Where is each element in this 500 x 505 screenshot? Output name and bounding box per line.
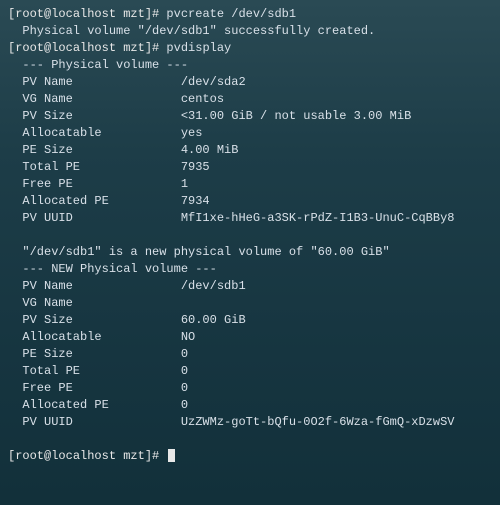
pv-uuid-key: PV UUID: [8, 211, 181, 225]
npv-vg-key: VG Name: [8, 296, 181, 310]
pv-pe-key: PE Size: [8, 143, 181, 157]
npv-allocpe-val: 0: [181, 398, 188, 412]
pv-alloc-key: Allocatable: [8, 126, 181, 140]
pv-allocpe-key: Allocated PE: [8, 194, 181, 208]
npv-name-key: PV Name: [8, 279, 181, 293]
npv-uuid-key: PV UUID: [8, 415, 181, 429]
npv-totalpe-key: Total PE: [8, 364, 181, 378]
blank-line: [8, 431, 492, 448]
command-text[interactable]: [159, 449, 166, 463]
pv-totalpe-key: Total PE: [8, 160, 181, 174]
npv-name-val: /dev/sdb1: [181, 279, 246, 293]
bracket-close: ]#: [145, 449, 159, 463]
npv-size-val: 60.00 GiB: [181, 313, 246, 327]
npv-uuid-val: UzZWMz-goTt-bQfu-0O2f-6Wza-fGmQ-xDzwSV: [181, 415, 455, 429]
pv-totalpe-row: Total PE 7935: [8, 159, 492, 176]
prompt-user: root@localhost mzt: [15, 449, 145, 463]
prompt-line-2: [root@localhost mzt]# pvdisplay: [8, 40, 492, 57]
new-pv-msg: "/dev/sdb1" is a new physical volume of …: [8, 244, 492, 261]
pv-allocpe-row: Allocated PE 7934: [8, 193, 492, 210]
pv-vg-key: VG Name: [8, 92, 181, 106]
new-pv-header: --- NEW Physical volume ---: [8, 261, 492, 278]
command-text: pvdisplay: [159, 41, 231, 55]
pv-uuid-row: PV UUID MfI1xe-hHeG-a3SK-rPdZ-I1B3-UnuC-…: [8, 210, 492, 227]
blank-line: [8, 227, 492, 244]
pv-header: --- Physical volume ---: [8, 57, 492, 74]
pv-name-val: /dev/sda2: [181, 75, 246, 89]
npv-size-row: PV Size 60.00 GiB: [8, 312, 492, 329]
command-text: pvcreate /dev/sdb1: [159, 7, 296, 21]
prompt-line-1: [root@localhost mzt]# pvcreate /dev/sdb1: [8, 6, 492, 23]
pv-pe-val: 4.00 MiB: [181, 143, 239, 157]
pv-alloc-val: yes: [181, 126, 203, 140]
pv-freepe-key: Free PE: [8, 177, 181, 191]
pv-allocpe-val: 7934: [181, 194, 210, 208]
pv-vg-row: VG Name centos: [8, 91, 492, 108]
npv-freepe-val: 0: [181, 381, 188, 395]
pv-size-row: PV Size <31.00 GiB / not usable 3.00 MiB: [8, 108, 492, 125]
pv-uuid-val: MfI1xe-hHeG-a3SK-rPdZ-I1B3-UnuC-CqBBy8: [181, 211, 455, 225]
cursor-icon: [168, 449, 175, 462]
pv-freepe-val: 1: [181, 177, 188, 191]
npv-pe-key: PE Size: [8, 347, 181, 361]
npv-alloc-row: Allocatable NO: [8, 329, 492, 346]
npv-name-row: PV Name /dev/sdb1: [8, 278, 492, 295]
npv-size-key: PV Size: [8, 313, 181, 327]
npv-vg-row: VG Name: [8, 295, 492, 312]
npv-totalpe-row: Total PE 0: [8, 363, 492, 380]
pv-size-key: PV Size: [8, 109, 181, 123]
npv-uuid-row: PV UUID UzZWMz-goTt-bQfu-0O2f-6Wza-fGmQ-…: [8, 414, 492, 431]
pv-pe-row: PE Size 4.00 MiB: [8, 142, 492, 159]
pv-alloc-row: Allocatable yes: [8, 125, 492, 142]
npv-pe-val: 0: [181, 347, 188, 361]
pv-name-key: PV Name: [8, 75, 181, 89]
prompt-line-3[interactable]: [root@localhost mzt]#: [8, 448, 492, 465]
prompt-user: root@localhost mzt: [15, 7, 145, 21]
npv-allocpe-row: Allocated PE 0: [8, 397, 492, 414]
pv-vg-val: centos: [181, 92, 224, 106]
pv-name-row: PV Name /dev/sda2: [8, 74, 492, 91]
prompt-user: root@localhost mzt: [15, 41, 145, 55]
npv-freepe-row: Free PE 0: [8, 380, 492, 397]
npv-totalpe-val: 0: [181, 364, 188, 378]
pv-freepe-row: Free PE 1: [8, 176, 492, 193]
bracket-close: ]#: [145, 41, 159, 55]
pv-size-val: <31.00 GiB / not usable 3.00 MiB: [181, 109, 411, 123]
bracket-close: ]#: [145, 7, 159, 21]
npv-freepe-key: Free PE: [8, 381, 181, 395]
npv-alloc-val: NO: [181, 330, 195, 344]
npv-alloc-key: Allocatable: [8, 330, 181, 344]
output-line: Physical volume "/dev/sdb1" successfully…: [8, 23, 492, 40]
npv-pe-row: PE Size 0: [8, 346, 492, 363]
npv-allocpe-key: Allocated PE: [8, 398, 181, 412]
pv-totalpe-val: 7935: [181, 160, 210, 174]
